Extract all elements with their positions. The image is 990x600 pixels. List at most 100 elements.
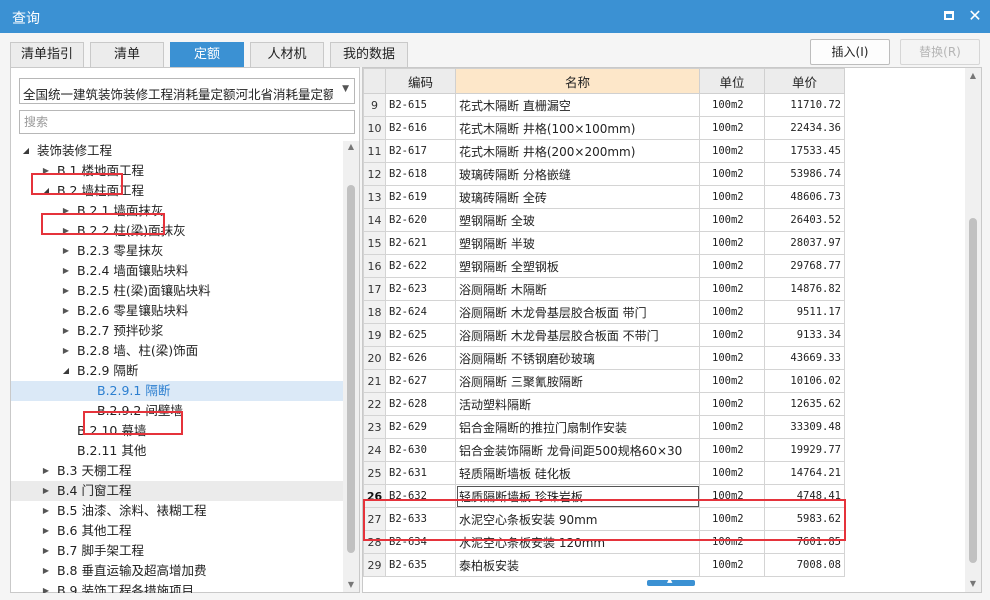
tree-node[interactable]: ◢ B.2.9 隔断 (11, 361, 343, 381)
tree-node-label: B.6 其他工程 (57, 523, 132, 538)
table-row[interactable]: 11 B2-617 花式木隔断 井格(200×200mm) 100m2 17533.45 (363, 139, 845, 163)
tree-node[interactable]: ▶ B.8 垂直运输及超高增加费 (11, 561, 343, 581)
tab-my-data[interactable]: 我的数据 (330, 42, 408, 67)
tree-expand-icon[interactable]: ▶ (41, 461, 51, 481)
maximize-icon[interactable] (940, 7, 958, 25)
table-row[interactable]: 18 B2-624 浴厕隔断 木龙骨基层胶合板面 带门 100m2 9511.17 (363, 300, 845, 324)
scroll-down-icon[interactable]: ▼ (345, 579, 357, 591)
tree-scrollbar-thumb[interactable] (347, 185, 355, 553)
tree-node[interactable]: ▶ B.9 装饰工程各措施项目 (11, 581, 343, 593)
tree-node[interactable]: ▶ B.3 天棚工程 (11, 461, 343, 481)
table-row[interactable]: 29 B2-635 泰柏板安装 100m2 7008.08 (363, 553, 845, 577)
tree-expand-icon[interactable]: ▶ (41, 541, 51, 561)
tab-bill-guide[interactable]: 清单指引 (10, 42, 84, 67)
tree-expand-icon[interactable]: ▶ (61, 221, 71, 241)
tree-node[interactable]: B.2.11 其他 (11, 441, 343, 461)
code-cell: B2-620 (385, 208, 456, 232)
close-icon[interactable]: ✕ (966, 7, 984, 25)
tree-node[interactable]: ▶ B.4 门窗工程 (11, 481, 343, 501)
tree-node[interactable]: ▶ B.1 楼地面工程 (11, 161, 343, 181)
table-row[interactable]: 20 B2-626 浴厕隔断 不锈钢磨砂玻璃 100m2 43669.33 (363, 346, 845, 370)
table-row[interactable]: 22 B2-628 活动塑料隔断 100m2 12635.62 (363, 392, 845, 416)
scroll-up-icon[interactable]: ▲ (345, 141, 357, 153)
table-row[interactable]: 16 B2-622 塑钢隔断 全塑钢板 100m2 29768.77 (363, 254, 845, 278)
replace-button[interactable]: 替换(R) (900, 39, 980, 65)
tree-node[interactable]: ▶ B.2.4 墙面镶贴块料 (11, 261, 343, 281)
tree-node[interactable]: ▶ B.2.5 柱(梁)面镶贴块料 (11, 281, 343, 301)
tree-node[interactable]: ▶ B.7 脚手架工程 (11, 541, 343, 561)
price-cell: 10106.02 (764, 369, 845, 393)
scroll-up-icon[interactable]: ▲ (967, 70, 979, 82)
table-row[interactable]: 21 B2-627 浴厕隔断 三聚氰胺隔断 100m2 10106.02 (363, 369, 845, 393)
tree-node-label: B.2 墙柱面工程 (57, 183, 144, 198)
name-cell: 塑钢隔断 半玻 (455, 231, 700, 255)
tree-node[interactable]: ▶ B.6 其他工程 (11, 521, 343, 541)
table-row[interactable]: 24 B2-630 铝合金装饰隔断 龙骨间距500规格60×30 100m2 19929… (363, 438, 845, 462)
table-row[interactable]: 27 B2-633 水泥空心条板安装 90mm 100m2 5983.62 (363, 507, 845, 531)
tree-node[interactable]: ▶ B.5 油漆、涂料、裱糊工程 (11, 501, 343, 521)
tree-node[interactable]: ▶ B.2.6 零星镶贴块料 (11, 301, 343, 321)
unit-cell: 100m2 (699, 93, 765, 117)
table-row[interactable]: 14 B2-620 塑钢隔断 全玻 100m2 26403.52 (363, 208, 845, 232)
table-row[interactable]: 28 B2-634 水泥空心条板安装 120mm 100m2 7601.85 (363, 530, 845, 554)
table-scrollbar-thumb[interactable] (969, 218, 977, 563)
tree-expand-icon[interactable]: ▶ (41, 581, 51, 593)
scroll-down-icon[interactable]: ▼ (967, 578, 979, 590)
tree-collapse-icon[interactable]: ◢ (21, 141, 31, 161)
tree-expand-icon[interactable]: ▶ (61, 241, 71, 261)
tree-node[interactable]: B.2.9.2 间壁墙 (11, 401, 343, 421)
tree-expand-icon[interactable]: ▶ (61, 261, 71, 281)
library-select[interactable]: 全国统一建筑装饰装修工程消耗量定额河北省消耗量定额(20 ▼ (19, 78, 355, 104)
table-row[interactable]: 19 B2-625 浴厕隔断 木龙骨基层胶合板面 不带门 100m2 9133.34 (363, 323, 845, 347)
code-cell: B2-627 (385, 369, 456, 393)
search-input[interactable] (19, 110, 355, 134)
tree-expand-icon[interactable]: ▶ (41, 161, 51, 181)
tree-node[interactable]: ◢ 装饰装修工程 (11, 141, 343, 161)
tab-bill[interactable]: 清单 (90, 42, 164, 67)
tree-expand-icon[interactable]: ▶ (41, 501, 51, 521)
table-row[interactable]: 17 B2-623 浴厕隔断 木隔断 100m2 14876.82 (363, 277, 845, 301)
table-row[interactable]: 13 B2-619 玻璃砖隔断 全砖 100m2 48606.73 (363, 185, 845, 209)
tree-node[interactable]: ▶ B.2.7 预拌砂浆 (11, 321, 343, 341)
tree-expand-icon[interactable]: ▶ (61, 301, 71, 321)
tree-expand-icon[interactable]: ▶ (61, 321, 71, 341)
tree-collapse-icon[interactable]: ◢ (41, 181, 51, 201)
tree-node[interactable]: ▶ B.2.8 墙、柱(梁)饰面 (11, 341, 343, 361)
column-header-unit[interactable]: 单位 (699, 68, 765, 94)
column-header-name[interactable]: 名称 (455, 68, 700, 94)
insert-button[interactable]: 插入(I) (810, 39, 890, 65)
tree-node[interactable]: ▶ B.2.3 零星抹灰 (11, 241, 343, 261)
column-header-price[interactable]: 单价 (764, 68, 845, 94)
tree-expand-icon[interactable]: ▶ (41, 521, 51, 541)
chevron-down-icon[interactable]: ▼ (342, 84, 349, 94)
tree-node-label: B.2.9.2 间壁墙 (97, 403, 183, 418)
tree-expand-icon[interactable]: ▶ (41, 561, 51, 581)
tree-expand-icon[interactable]: ▶ (61, 281, 71, 301)
tree-expand-icon[interactable]: ▶ (61, 201, 71, 221)
tree-node[interactable]: B.2.10 幕墙 (11, 421, 343, 441)
name-cell: 浴厕隔断 木龙骨基层胶合板面 带门 (455, 300, 700, 324)
table-row[interactable]: 23 B2-629 铝合金隔断的推拉门扇制作安装 100m2 33309.48 (363, 415, 845, 439)
table-row[interactable]: 25 B2-631 轻质隔断墙板 硅化板 100m2 14764.21 (363, 461, 845, 485)
tree-expand-icon[interactable]: ▶ (61, 341, 71, 361)
tree-node[interactable]: ▶ B.2.2 柱(梁)面抹灰 (11, 221, 343, 241)
table-scrollbar[interactable]: ▲ ▼ (965, 68, 981, 592)
panel-collapse-handle[interactable]: ▲ (647, 576, 695, 586)
tree-node[interactable]: ▶ B.2.1 墙面抹灰 (11, 201, 343, 221)
table-row[interactable]: 12 B2-618 玻璃砖隔断 分格嵌缝 100m2 53986.74 (363, 162, 845, 186)
tree-expand-icon[interactable]: ▶ (41, 481, 51, 501)
code-cell: B2-621 (385, 231, 456, 255)
code-cell: B2-624 (385, 300, 456, 324)
tree-collapse-icon[interactable]: ◢ (61, 361, 71, 381)
tree-scrollbar[interactable]: ▲ ▼ (343, 141, 359, 592)
unit-cell: 100m2 (699, 116, 765, 140)
tree-node[interactable]: B.2.9.1 隔断 (11, 381, 343, 401)
tree-node[interactable]: ◢ B.2 墙柱面工程 (11, 181, 343, 201)
tab-labor-material[interactable]: 人材机 (250, 42, 324, 67)
column-header-code[interactable]: 编码 (385, 68, 456, 94)
table-row[interactable]: 26 B2-632 轻质隔断墙板 珍珠岩板 100m2 4748.41 (363, 484, 845, 508)
tab-quota[interactable]: 定额 (170, 42, 244, 67)
table-row[interactable]: 9 B2-615 花式木隔断 直栅漏空 100m2 11710.72 (363, 93, 845, 117)
table-row[interactable]: 10 B2-616 花式木隔断 井格(100×100mm) 100m2 22434.36 (363, 116, 845, 140)
table-row[interactable]: 15 B2-621 塑钢隔断 半玻 100m2 28037.97 (363, 231, 845, 255)
